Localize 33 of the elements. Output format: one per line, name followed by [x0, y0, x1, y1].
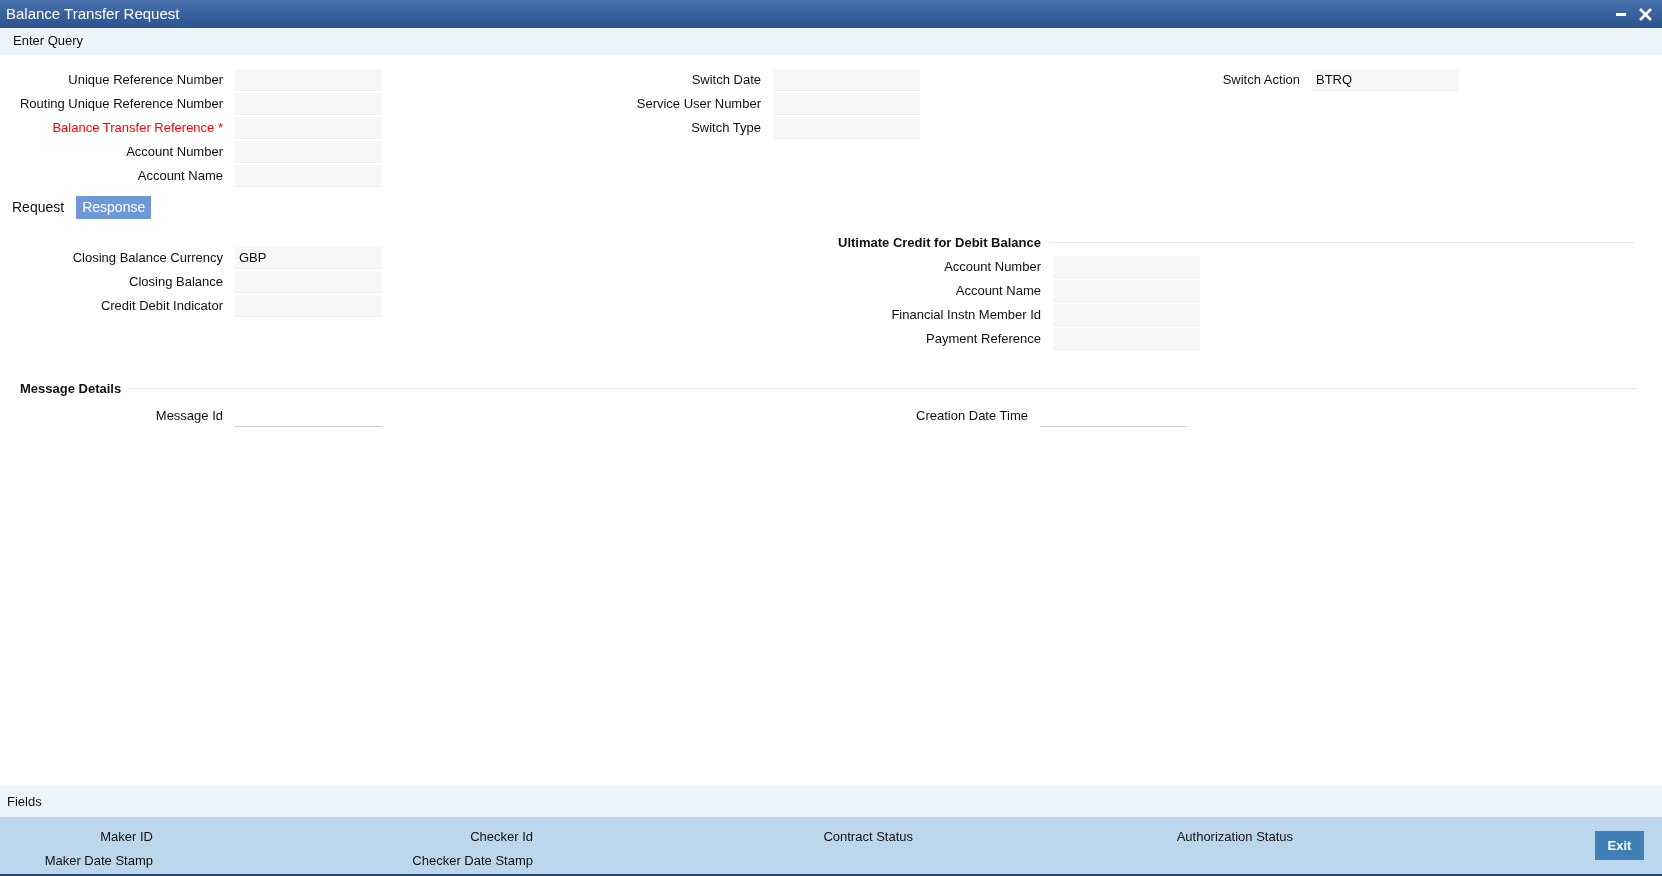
field-label: Switch Date — [690, 71, 762, 90]
fields-label: Fields — [7, 792, 42, 811]
field-label: Routing Unique Reference Number — [18, 95, 224, 114]
audit-label: Checker Id — [470, 828, 533, 846]
section-heading: Message Details — [20, 379, 123, 398]
section-heading: Ultimate Credit for Debit Balance — [838, 234, 1042, 252]
audit-label: Authorization Status — [1176, 828, 1293, 846]
field-label: Service User Number — [635, 95, 762, 114]
field-label: Creation Date Time — [915, 407, 1029, 426]
close-icon[interactable] — [1639, 7, 1652, 21]
field-label: Payment Reference — [925, 329, 1042, 348]
field-label: Account Number — [943, 257, 1042, 276]
field-label: Account Name — [136, 167, 224, 186]
field-label: Account Number — [125, 143, 224, 162]
field-label: Account Name — [954, 281, 1042, 300]
input-field[interactable]: GBP — [235, 247, 382, 269]
field-label: Closing Balance Currency — [71, 249, 224, 268]
field-label: Message Id — [154, 407, 224, 426]
field-label: Financial Instn Member Id — [890, 305, 1042, 324]
audit-label: Maker Date Stamp — [44, 851, 153, 870]
enter-query-button[interactable]: Enter Query — [13, 30, 84, 51]
field-label: Unique Reference Number — [67, 71, 224, 90]
field-label: Balance Transfer Reference * — [51, 119, 224, 138]
input-field[interactable]: BTRQ — [1312, 69, 1459, 91]
exit-button[interactable]: Exit — [1595, 831, 1644, 860]
field-label: Credit Debit Indicator — [99, 297, 224, 316]
window-title: Balance Transfer Request — [6, 3, 180, 24]
field-label: Switch Type — [690, 119, 762, 138]
audit-label: Contract Status — [823, 828, 913, 846]
audit-label: Maker ID — [100, 828, 153, 846]
field-label: Switch Action — [1221, 71, 1301, 90]
audit-label: Checker Date Stamp — [412, 851, 533, 870]
field-label: Closing Balance — [128, 273, 224, 292]
